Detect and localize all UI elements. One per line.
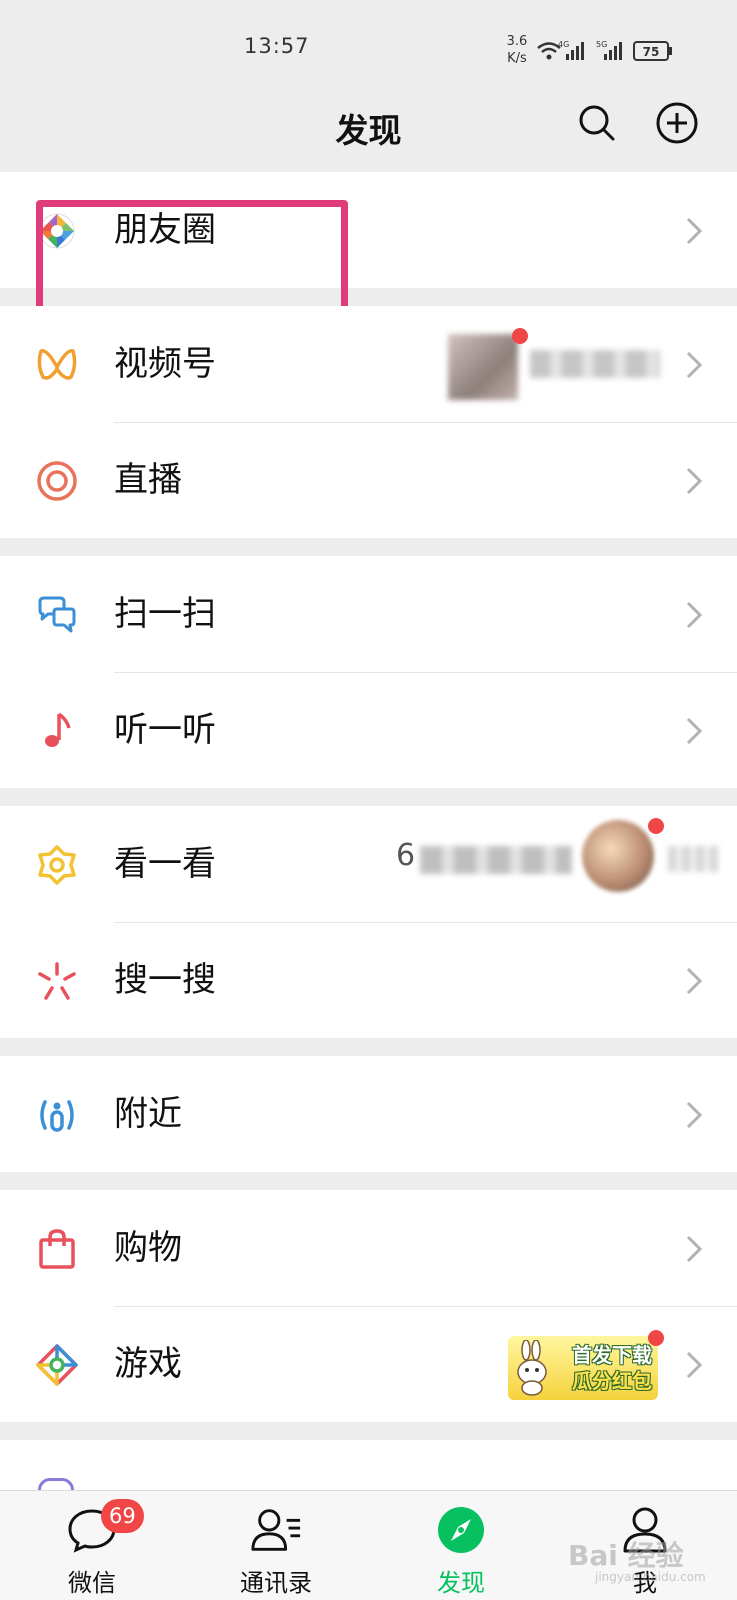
menu-item-live[interactable]: 直播 [0, 422, 737, 538]
rabbit-mascot-icon [517, 1340, 547, 1396]
menu-item-label: 购物 [114, 1228, 182, 1268]
tab-chats[interactable]: 69 微信 [27, 1491, 157, 1600]
new-dot-badge [648, 1330, 664, 1346]
svg-text:75: 75 [643, 45, 660, 59]
search-button[interactable] [574, 100, 620, 146]
chevron-right-icon [686, 1351, 703, 1379]
chevron-right-icon [686, 717, 703, 745]
new-dot-badge [648, 818, 664, 834]
menu-item-label: 直播 [114, 460, 182, 500]
top-stories-icon [34, 842, 80, 888]
menu-item-label: 扫一扫 [114, 594, 216, 634]
add-button[interactable] [654, 100, 700, 146]
tab-label: 发现 [437, 1569, 485, 1597]
search-sparkle-icon [34, 958, 80, 1004]
top-stories-preview-number: 6 [396, 838, 416, 873]
chevron-right-icon [686, 217, 703, 245]
tab-contacts[interactable]: 通讯录 [211, 1491, 341, 1600]
menu-item-label: 搜一搜 [114, 960, 216, 1000]
status-bar: 13:57 3.6 K/s 4G 5G 75 [0, 0, 737, 96]
add-circle-icon [656, 102, 698, 144]
menu-item-channels[interactable]: 视频号 [0, 306, 737, 422]
shopping-bag-icon [34, 1226, 80, 1272]
search-icon [579, 105, 615, 141]
chevron-right-icon [686, 967, 703, 995]
battery-icon: 75 [633, 41, 672, 61]
menu-item-shopping[interactable]: 购物 [0, 1190, 737, 1306]
chevron-right-icon [686, 601, 703, 629]
channels-icon [34, 342, 80, 388]
tab-label: 微信 [68, 1569, 116, 1597]
live-icon [34, 458, 80, 504]
section-partial [0, 1440, 737, 1490]
tab-discover[interactable]: 发现 [396, 1491, 526, 1600]
compass-icon [435, 1505, 487, 1555]
section-scan: 扫一扫 听一听 [0, 556, 737, 788]
menu-item-label: 看一看 [114, 844, 216, 884]
chevron-right-icon [686, 467, 703, 495]
tab-label: 通讯录 [240, 1569, 312, 1597]
wifi-icon [537, 42, 561, 60]
channel-preview-text [530, 350, 660, 378]
menu-item-top-stories[interactable]: 看一看 6 [0, 806, 737, 922]
watermark-url: jingyan.baidu.com [595, 1570, 706, 1584]
menu-item-label: 游戏 [114, 1344, 182, 1384]
new-dot-badge [512, 328, 528, 344]
promo-line-2: 瓜分红包 [572, 1369, 652, 1393]
section-nearby: 附近 [0, 1056, 737, 1172]
top-stories-preview-text [420, 846, 572, 874]
menu-item-label: 听一听 [114, 710, 216, 750]
chevron-right-icon [686, 351, 703, 379]
chevron-right-icon [686, 1101, 703, 1129]
page-title: 发现 [335, 111, 402, 150]
promo-line-1: 首发下载 [572, 1343, 652, 1367]
channel-avatar-preview [448, 334, 518, 400]
svg-text:5G: 5G [596, 40, 607, 49]
menu-item-label: 视频号 [114, 344, 216, 384]
music-note-icon [34, 708, 80, 754]
section-channels: 视频号 直播 [0, 306, 737, 538]
unread-count-badge: 69 [101, 1499, 144, 1533]
status-icons: 4G 5G 75 [537, 40, 672, 61]
top-stories-preview-extra [668, 846, 718, 872]
svg-text:4G: 4G [558, 40, 569, 49]
partial-icon [38, 1478, 74, 1490]
watermark: Bai 经验 [568, 1539, 684, 1572]
network-speed: 3.6 K/s [506, 34, 528, 66]
menu-item-scan[interactable]: 扫一扫 [0, 556, 737, 672]
menu-item-nearby[interactable]: 附近 [0, 1056, 737, 1172]
scan-icon [34, 592, 80, 638]
status-time: 13:57 [244, 34, 310, 58]
nearby-icon [34, 1092, 80, 1138]
section-top-stories: 看一看 6 搜一搜 [0, 806, 737, 1038]
menu-item-label: 附近 [114, 1094, 182, 1134]
game-promo-banner[interactable]: 首发下载 瓜分红包 [508, 1336, 658, 1400]
menu-item-listen[interactable]: 听一听 [0, 672, 737, 788]
chevron-right-icon [686, 1235, 703, 1263]
menu-item-search[interactable]: 搜一搜 [0, 922, 737, 1038]
games-icon [34, 1342, 80, 1388]
top-stories-avatar [582, 820, 654, 892]
contacts-icon [250, 1505, 302, 1555]
